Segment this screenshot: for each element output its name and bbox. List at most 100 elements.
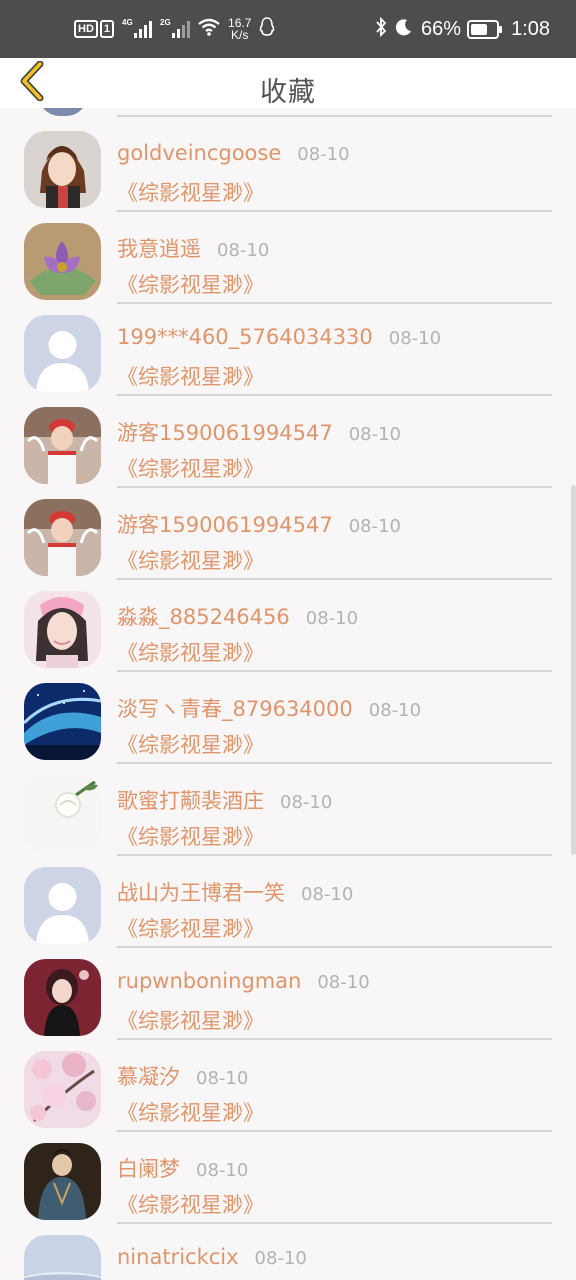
date-label: 08-10: [301, 884, 354, 905]
list-item[interactable]: 我意逍遥 08-10 《综影视星渺》: [0, 212, 576, 304]
list-item[interactable]: 淼淼_885246456 08-10 《综影视星渺》: [0, 580, 576, 672]
list-item[interactable]: 白阑梦 08-10 《综影视星渺》: [0, 1132, 576, 1224]
book-title[interactable]: 《综影视星渺》: [117, 177, 264, 207]
avatar[interactable]: [24, 1235, 101, 1280]
avatar[interactable]: [24, 867, 101, 944]
status-right: 66% 1:08: [375, 16, 550, 42]
list-item[interactable]: 游客1590061994547 08-10 《综影视星渺》: [0, 396, 576, 488]
list-item[interactable]: rupwnboningman 08-10 《综影视星渺》: [0, 948, 576, 1040]
partial-list-item: [0, 108, 576, 118]
list-item[interactable]: 慕凝汐 08-10 《综影视星渺》: [0, 1040, 576, 1132]
book-title[interactable]: 《综影视星渺》: [117, 913, 264, 943]
costume-drama-avatar: [24, 1143, 101, 1220]
aurora-avatar: [24, 683, 101, 760]
username-text: 游客1590061994547: [117, 421, 333, 445]
book-title[interactable]: 《综影视星渺》: [117, 453, 264, 483]
avatar[interactable]: [24, 1143, 101, 1220]
list-item[interactable]: 战山为王博君一笑 08-10 《综影视星渺》: [0, 856, 576, 948]
title-bar: 收藏: [0, 58, 576, 108]
list-item[interactable]: 游客1590061994547 08-10 《综影视星渺》: [0, 488, 576, 580]
list-item[interactable]: 淡写ヽ青春_879634000 08-10 《综影视星渺》: [0, 672, 576, 764]
username-text: 199***460_5764034330: [117, 325, 373, 349]
date-label: 08-10: [217, 240, 270, 261]
list-item[interactable]: goldveincgoose 08-10 《综影视星渺》: [0, 120, 576, 212]
username-text: 战山为王博君一笑: [117, 881, 285, 905]
username[interactable]: 199***460_5764034330 08-10: [117, 325, 441, 349]
username[interactable]: ninatrickcix 08-10: [117, 1245, 307, 1269]
default-user-avatar: [24, 315, 101, 392]
username[interactable]: 淡写ヽ青春_879634000 08-10: [117, 693, 421, 723]
list-item[interactable]: 歌蜜打颟裴酒庄 08-10 《综影视星渺》: [0, 764, 576, 856]
scrollbar[interactable]: [571, 485, 576, 855]
avatar[interactable]: [24, 223, 101, 300]
username[interactable]: 歌蜜打颟裴酒庄 08-10: [117, 785, 332, 815]
username[interactable]: 游客1590061994547 08-10: [117, 509, 401, 539]
bluetooth-icon: [375, 16, 387, 42]
username-text: 淡写ヽ青春_879634000: [117, 697, 353, 721]
date-label: 08-10: [254, 1248, 307, 1269]
book-title[interactable]: 《综影视星渺》: [117, 1189, 264, 1219]
sky-photo-avatar: [24, 1235, 101, 1280]
battery-indicator: 66%: [421, 17, 503, 41]
cherry-blossom-avatar: [24, 1051, 101, 1128]
signal-4g-icon: 4G: [122, 18, 153, 38]
username-text: 游客1590061994547: [117, 513, 333, 537]
username[interactable]: 慕凝汐 08-10: [117, 1061, 248, 1091]
avatar[interactable]: [24, 1051, 101, 1128]
divider: [117, 115, 552, 117]
sim1-badge: 1: [99, 20, 115, 38]
date-label: 08-10: [368, 700, 422, 721]
avatar[interactable]: [24, 775, 101, 852]
anime-boy-avatar: [24, 131, 101, 208]
date-label: 08-10: [348, 424, 402, 445]
username-text: ninatrickcix: [117, 1245, 239, 1269]
book-title[interactable]: 《综影视星渺》: [117, 269, 264, 299]
status-bar: HD 1 4G 2G 16.7 K/s 66% 1:08: [0, 0, 576, 58]
partial-avatar: [38, 108, 88, 116]
date-label: 08-10: [196, 1068, 249, 1089]
username-text: 我意逍遥: [117, 237, 201, 261]
page-title: 收藏: [260, 77, 316, 108]
username[interactable]: 我意逍遥 08-10: [117, 233, 269, 263]
username[interactable]: rupwnboningman 08-10: [117, 969, 370, 993]
username[interactable]: 淼淼_885246456 08-10: [117, 601, 358, 631]
book-title[interactable]: 《综影视星渺》: [117, 1005, 264, 1035]
child-photo-avatar: [24, 499, 101, 576]
white-rose-avatar: [24, 775, 101, 852]
favorites-list[interactable]: goldveincgoose 08-10 《综影视星渺》 我意逍遥 08-10 《综影视星…: [0, 108, 576, 1280]
username[interactable]: 白阑梦 08-10: [117, 1153, 248, 1183]
username[interactable]: 游客1590061994547 08-10: [117, 417, 401, 447]
battery-icon: [467, 19, 503, 39]
username[interactable]: goldveincgoose 08-10: [117, 141, 350, 165]
clock-time: 1:08: [511, 17, 550, 40]
network-speed: 16.7 K/s: [228, 16, 252, 42]
date-label: 08-10: [388, 328, 442, 349]
avatar[interactable]: [24, 591, 101, 668]
avatar[interactable]: [24, 131, 101, 208]
list-item[interactable]: ninatrickcix08-10《综影视星渺》: [0, 1224, 576, 1280]
book-title[interactable]: 《综影视星渺》: [117, 545, 264, 575]
avatar[interactable]: [24, 499, 101, 576]
book-title[interactable]: 《综影视星渺》: [117, 361, 264, 391]
date-label: 08-10: [348, 516, 402, 537]
hd-indicator: HD 1: [74, 20, 115, 38]
default-user-avatar: [24, 867, 101, 944]
purple-flower-avatar: [24, 223, 101, 300]
child-photo-avatar: [24, 407, 101, 484]
username[interactable]: 战山为王博君一笑 08-10: [117, 877, 353, 907]
book-title[interactable]: 《综影视星渺》: [117, 729, 264, 759]
book-title[interactable]: 《综影视星渺》: [117, 821, 264, 851]
date-label: 08-10: [317, 972, 370, 993]
signal-2g-icon: 2G: [160, 18, 191, 38]
username-text: 歌蜜打颟裴酒庄: [117, 789, 264, 813]
avatar[interactable]: [24, 315, 101, 392]
wifi-icon: [198, 18, 220, 41]
avatar[interactable]: [24, 959, 101, 1036]
list-item[interactable]: 199***460_5764034330 08-10 《综影视星渺》: [0, 304, 576, 396]
battery-percent: 66%: [421, 17, 462, 40]
avatar[interactable]: [24, 407, 101, 484]
status-left: HD 1 4G 2G 16.7 K/s: [74, 16, 275, 42]
avatar[interactable]: [24, 683, 101, 760]
book-title[interactable]: 《综影视星渺》: [117, 637, 264, 667]
book-title[interactable]: 《综影视星渺》: [117, 1097, 264, 1127]
